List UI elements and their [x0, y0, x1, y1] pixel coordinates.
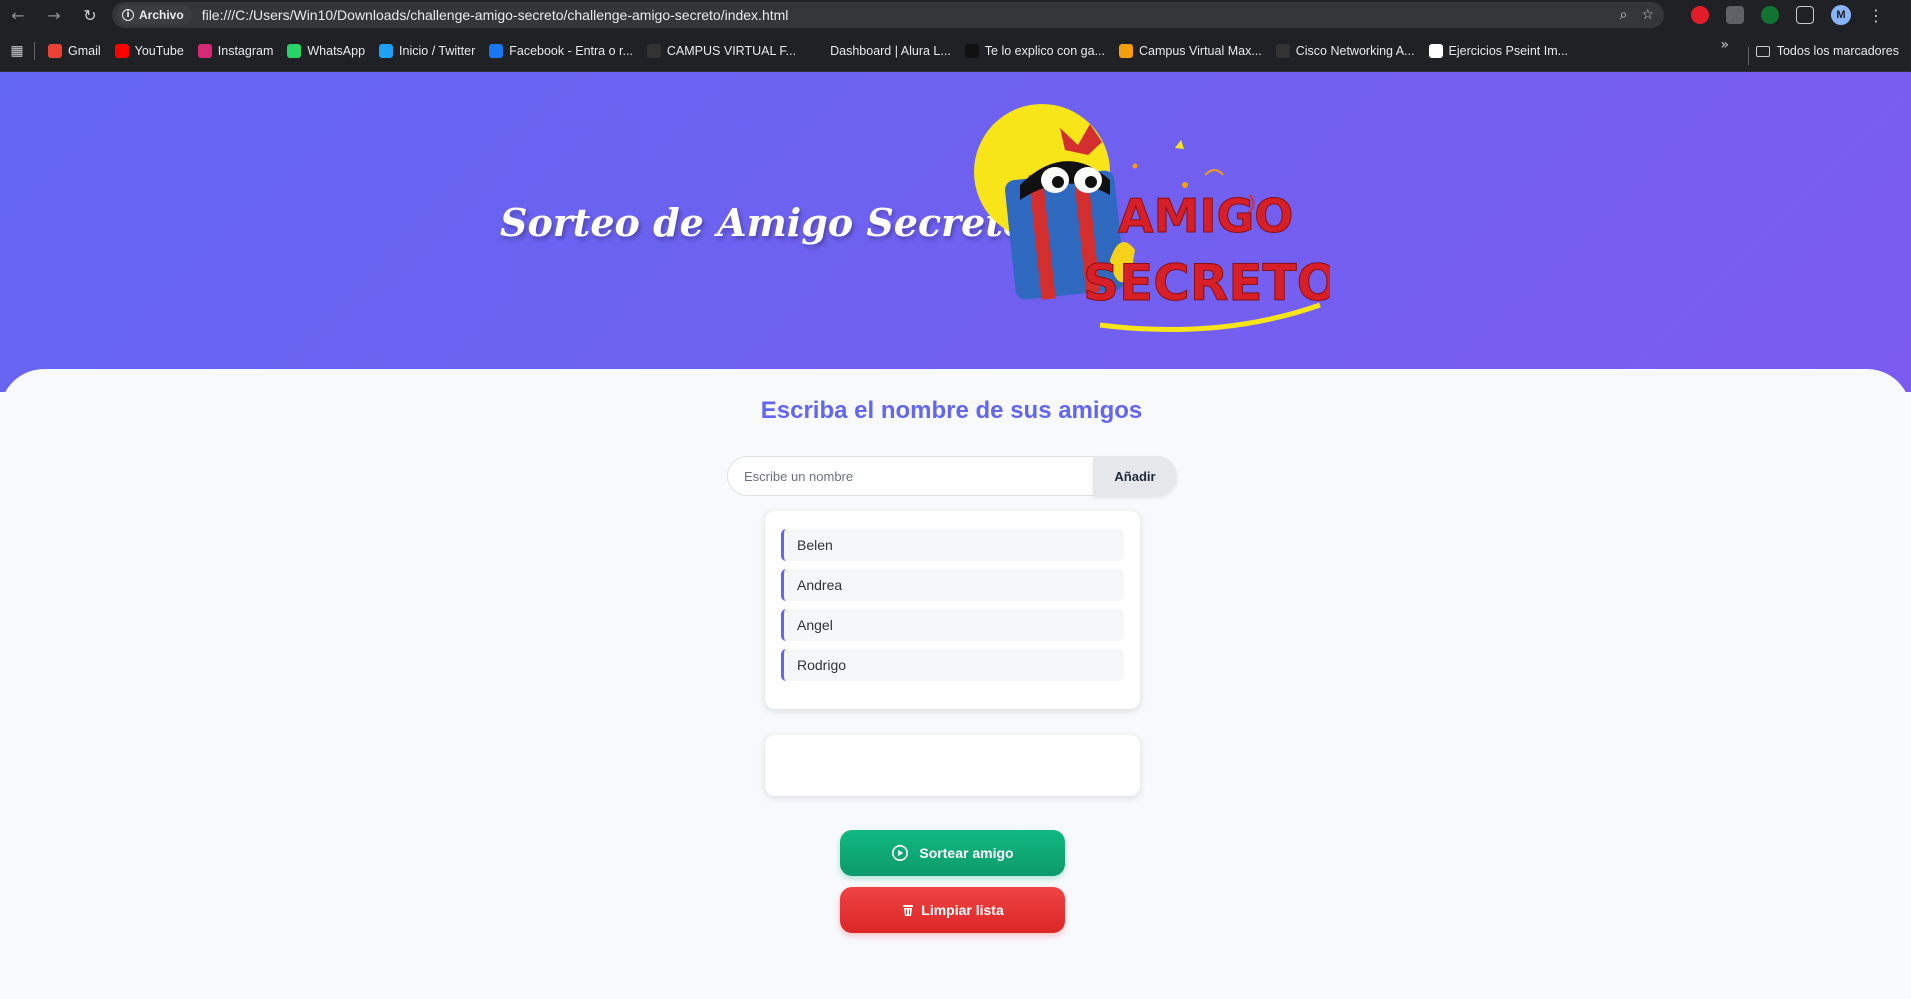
- bookmark-label: Campus Virtual Max...: [1139, 43, 1262, 58]
- bookmark-item[interactable]: CAMPUS VIRTUAL F...: [640, 37, 803, 65]
- instagram-icon: [197, 43, 212, 58]
- campus-icon: [646, 43, 661, 58]
- zoom-icon[interactable]: ⌕: [1620, 7, 1628, 23]
- add-button[interactable]: Añadir: [1093, 456, 1177, 496]
- confetti: [1132, 163, 1138, 169]
- max-icon: [1119, 43, 1134, 58]
- friends-list: Belen Andrea Angel Rodrigo: [765, 511, 1140, 709]
- bookmark-item[interactable]: Ejercicios Pseint Im...: [1422, 37, 1575, 65]
- pseint-icon: [1428, 43, 1443, 58]
- url-text[interactable]: file:///C:/Users/Win10/Downloads/challen…: [202, 7, 789, 23]
- bookmark-item[interactable]: Instagram: [191, 37, 281, 65]
- bookmark-item[interactable]: YouTube: [108, 37, 191, 65]
- bookmarks-separator: [34, 41, 35, 60]
- image-word-secreto: SECRETO: [1083, 254, 1330, 312]
- bookmarks-bar: ▦ Gmail YouTube Instagram WhatsApp Inicio / …: [0, 30, 1911, 72]
- more-bookmarks-icon[interactable]: »: [1720, 37, 1729, 53]
- bookmark-label: YouTube: [134, 43, 184, 58]
- alura-icon: [810, 43, 825, 58]
- list-item: Belen: [781, 529, 1124, 561]
- play-circle-icon: [892, 844, 909, 862]
- bookmarks-separator: [1748, 47, 1749, 65]
- address-bar[interactable]: i Archivo file:///C:/Users/Win10/Downloa…: [112, 2, 1664, 28]
- bookmark-item[interactable]: WhatsApp: [280, 37, 372, 65]
- bookmark-label: Gmail: [68, 43, 101, 58]
- clear-button-label: Limpiar lista: [921, 902, 1004, 918]
- reload-icon[interactable]: ↻: [72, 0, 108, 30]
- site-info-label: Archivo: [139, 8, 184, 22]
- bookmark-item[interactable]: Facebook - Entra o r...: [482, 37, 640, 65]
- all-bookmarks-label: Todos los marcadores: [1776, 44, 1899, 58]
- info-icon: i: [122, 9, 134, 21]
- twitter-icon: [379, 43, 394, 58]
- list-item: Andrea: [781, 569, 1124, 601]
- youtube-icon: [114, 43, 129, 58]
- bookmark-label: Te lo explico con ga...: [984, 43, 1106, 58]
- list-item: Rodrigo: [781, 649, 1124, 681]
- confetti: [1175, 140, 1184, 149]
- bookmark-label: Facebook - Entra o r...: [509, 43, 633, 58]
- clear-button[interactable]: Limpiar lista: [840, 887, 1065, 933]
- menu-dots-icon[interactable]: ⋮: [1868, 6, 1884, 25]
- page-header: Sorteo de Amigo Secreto AMIGO SECRETO: [0, 72, 1911, 392]
- profile-avatar[interactable]: M: [1831, 5, 1851, 25]
- bookmark-item[interactable]: Inicio / Twitter: [372, 37, 482, 65]
- bookmark-item[interactable]: Gmail: [41, 37, 108, 65]
- bookmark-label: Cisco Networking A...: [1295, 43, 1415, 58]
- folder-icon: [1755, 45, 1770, 57]
- extension-green-icon[interactable]: [1761, 6, 1779, 24]
- draw-button-label: Sortear amigo: [919, 845, 1014, 861]
- bookmark-item[interactable]: Campus Virtual Max...: [1112, 37, 1269, 65]
- site-info-chip[interactable]: i Archivo: [116, 5, 192, 25]
- page-content: Sorteo de Amigo Secreto AMIGO SECRETO Es…: [0, 72, 1911, 999]
- trash-icon: [903, 905, 914, 916]
- all-bookmarks-button[interactable]: Todos los marcadores: [1755, 37, 1899, 65]
- left-pupil: [1052, 176, 1064, 188]
- whatsapp-icon: [287, 43, 302, 58]
- bookmark-label: Instagram: [217, 43, 274, 58]
- bookmark-item[interactable]: Cisco Networking A...: [1269, 37, 1422, 65]
- name-input[interactable]: [727, 456, 1093, 496]
- streamer: [1204, 169, 1224, 176]
- right-pupil: [1085, 176, 1097, 188]
- bookmark-label: WhatsApp: [307, 43, 366, 58]
- facebook-icon: [489, 43, 504, 58]
- amigo-secreto-image: AMIGO SECRETO: [974, 104, 1330, 332]
- page-title: Sorteo de Amigo Secreto: [500, 200, 1029, 245]
- video-icon: [964, 43, 979, 58]
- result-box: [765, 735, 1140, 796]
- bookmark-label: Inicio / Twitter: [399, 43, 476, 58]
- browser-toolbar: ← → ↻ i Archivo file:///C:/Users/Win10/D…: [0, 0, 1911, 30]
- bookmark-star-icon[interactable]: ☆: [1641, 7, 1654, 23]
- main-panel: Escriba el nombre de sus amigos Añadir B…: [0, 369, 1911, 999]
- confetti: [1182, 182, 1188, 188]
- section-title: Escriba el nombre de sus amigos: [760, 397, 1143, 424]
- name-input-group: Añadir: [727, 456, 1177, 496]
- gmail-icon: [48, 43, 62, 58]
- image-word-amigo: AMIGO: [1118, 189, 1293, 243]
- extension-red-icon[interactable]: [1691, 6, 1709, 24]
- extension-screen-icon[interactable]: [1726, 6, 1744, 24]
- bookmark-label: CAMPUS VIRTUAL F...: [666, 43, 797, 58]
- bookmark-item[interactable]: Dashboard | Alura L...: [803, 37, 958, 65]
- bookmark-label: Dashboard | Alura L...: [830, 43, 951, 58]
- apps-grid-icon[interactable]: ▦: [0, 43, 34, 59]
- back-icon[interactable]: ←: [0, 0, 36, 30]
- bookmark-label: Ejercicios Pseint Im...: [1448, 43, 1569, 58]
- draw-button[interactable]: Sortear amigo: [840, 830, 1065, 876]
- bookmark-item[interactable]: Te lo explico con ga...: [958, 37, 1112, 65]
- forward-icon[interactable]: →: [36, 0, 72, 30]
- cisco-icon: [1275, 43, 1290, 58]
- list-item: Angel: [781, 609, 1124, 641]
- extensions-puzzle-icon[interactable]: [1796, 6, 1814, 24]
